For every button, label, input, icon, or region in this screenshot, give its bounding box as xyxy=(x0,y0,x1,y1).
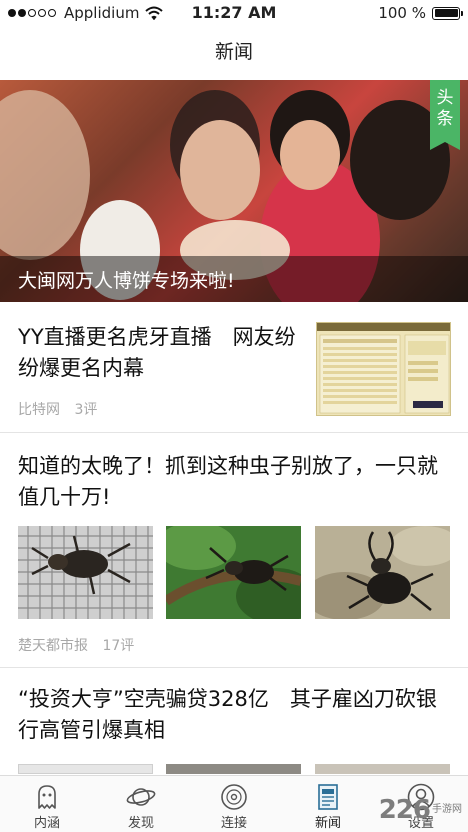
planet-icon xyxy=(126,788,156,806)
hero-photo-figure xyxy=(180,120,260,220)
page-title: 新闻 xyxy=(214,41,253,63)
news-thumbnail xyxy=(166,764,301,774)
newspaper-icon xyxy=(318,784,338,810)
tab-neihan[interactable]: 内涵 xyxy=(0,776,94,832)
headline-caption: 大闽网万人博饼专场来啦! xyxy=(18,270,235,292)
news-thumbnail xyxy=(315,526,450,619)
screenshot-thumbnail-image xyxy=(317,323,450,415)
news-thumbnail xyxy=(18,764,153,774)
news-image-row xyxy=(18,764,450,774)
comment-count: 3评 xyxy=(74,402,98,418)
comment-count: 17评 xyxy=(102,638,135,654)
news-image-row xyxy=(18,526,450,619)
news-thumbnail xyxy=(316,322,451,416)
tab-label: 连接 xyxy=(220,816,247,831)
tab-label: 新闻 xyxy=(314,816,341,831)
news-title: YY直播更名虎牙直播 网友纷纷爆更名内幕 xyxy=(18,325,296,380)
ghost-icon xyxy=(38,785,56,809)
navigation-bar: 新闻 xyxy=(0,26,468,78)
beetle-on-mesh-image xyxy=(18,526,153,619)
news-source: 比特网 xyxy=(18,402,60,418)
site-watermark: 226 手游网 xyxy=(379,795,462,825)
headline-tag: 头 条 xyxy=(430,80,460,142)
battery-icon xyxy=(432,6,463,20)
tab-news[interactable]: 新闻 xyxy=(281,776,375,832)
tab-connect[interactable]: 连接 xyxy=(187,776,281,832)
battery-percent: 100 % xyxy=(378,4,426,22)
news-thumbnail xyxy=(315,764,450,774)
tab-discover[interactable]: 发现 xyxy=(94,776,188,832)
news-thumbnail xyxy=(166,526,301,619)
news-title: “投资大亨”空壳骗贷328亿 其子雇凶刀砍银行高管引爆真相 xyxy=(18,687,437,742)
news-source: 楚天都市报 xyxy=(18,638,88,654)
headline-banner[interactable]: 头 条 大闽网万人博饼专场来啦! xyxy=(0,80,468,302)
news-meta: 比特网 3评 xyxy=(18,399,107,419)
news-title: 知道的太晚了！抓到这种虫子别放了，一只就值几十万! xyxy=(18,454,438,509)
tab-label: 发现 xyxy=(127,816,154,831)
tab-label: 内涵 xyxy=(33,816,60,831)
status-bar: Applidium 11:27 AM 100 % xyxy=(0,0,468,26)
hero-photo-figure xyxy=(280,120,340,190)
beetle-on-branch-image xyxy=(166,526,301,619)
news-meta: 楚天都市报 17评 xyxy=(18,635,144,655)
news-item[interactable]: “投资大亨”空壳骗贷328亿 其子雇凶刀砍银行高管引爆真相 xyxy=(0,669,468,775)
watermark-number: 226 xyxy=(378,795,431,825)
battery-level xyxy=(434,9,458,17)
watermark-site: 手游网 xyxy=(432,804,462,815)
status-right: 100 % xyxy=(378,4,463,22)
news-item[interactable]: YY直播更名虎牙直播 网友纷纷爆更名内幕 比特网 3评 xyxy=(0,302,468,433)
hero-photo-figure xyxy=(0,90,90,260)
disc-icon xyxy=(221,784,247,810)
news-item[interactable]: 知道的太晚了！抓到这种虫子别放了，一只就值几十万! 楚天都市报 17评 xyxy=(0,434,468,668)
beetle-on-rock-image xyxy=(315,526,450,619)
news-thumbnail xyxy=(18,526,153,619)
